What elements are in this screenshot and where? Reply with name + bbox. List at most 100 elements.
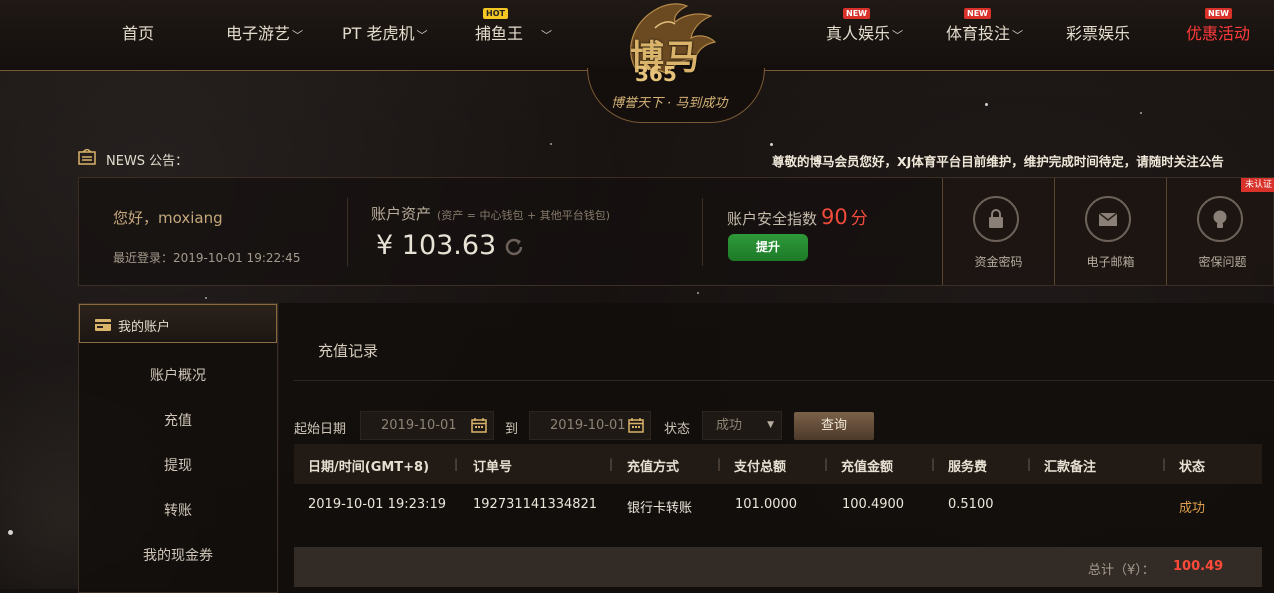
fund-password-item[interactable]: 资金密码 — [942, 178, 1054, 285]
assets-value: ¥ 103.63 — [376, 230, 497, 261]
chevron-down-icon: ﹀ — [416, 29, 428, 42]
column-header: 订单号 — [473, 460, 513, 475]
column-header: 支付总额 — [734, 460, 787, 475]
total-label: 总计（¥）： — [1088, 563, 1155, 578]
refresh-icon[interactable] — [503, 236, 525, 258]
column-header: 充值方式 — [627, 460, 680, 475]
lock-icon — [989, 209, 1003, 228]
star-decoration — [1140, 112, 1142, 114]
nav-home[interactable]: 首页 — [122, 20, 154, 44]
cell-deposit-amount: 100.4900 — [842, 497, 905, 512]
column-header: 汇款备注 — [1044, 460, 1097, 475]
chevron-down-icon: ﹀ — [541, 29, 553, 42]
column-header: 充值金额 — [841, 460, 894, 475]
sidebar-header[interactable]: 我的账户 — [79, 304, 277, 343]
calendar-icon[interactable] — [471, 418, 487, 433]
column-header: 日期/时间(GMT+8) — [308, 460, 430, 475]
table-header: 日期/时间(GMT+8) | 订单号 | 充值方式 | 支付总额 | 充值金额 … — [294, 444, 1262, 484]
column-divider: | — [1162, 457, 1167, 471]
star-decoration — [205, 297, 207, 299]
hot-badge: HOT — [483, 8, 508, 19]
nav-fishing[interactable]: 捕鱼王 ﹀ — [475, 20, 552, 44]
account-summary-panel: 您好，moxiang 最近登录：2019-10-01 19:22:45 账户资产… — [78, 177, 1274, 286]
nav-pt-slots[interactable]: PT 老虎机 ﹀ — [342, 20, 428, 44]
page-title: 充值记录 — [318, 342, 379, 360]
cell-service-fee: 0.5100 — [948, 497, 994, 512]
start-date-label: 起始日期 — [294, 422, 347, 437]
total-value: 100.49 — [1173, 559, 1224, 574]
site-logo[interactable]: 博马 365 博誉天下 · 马到成功 — [575, 0, 775, 123]
column-divider: | — [717, 457, 722, 471]
greeting: 您好，moxiang — [113, 209, 223, 227]
security-item-label: 密保问题 — [1198, 255, 1247, 269]
security-question-item[interactable]: 密保问题 未认证 — [1166, 178, 1274, 285]
total-row: 总计（¥）： 100.49 — [294, 547, 1262, 587]
new-badge: NEW — [1205, 8, 1232, 19]
cell-order-number: 192731141334821 — [473, 497, 598, 512]
wallet-icon — [95, 319, 111, 331]
sidebar-item-withdraw[interactable]: 提现 — [79, 455, 277, 475]
column-divider: | — [1027, 457, 1032, 471]
new-badge: NEW — [843, 8, 870, 19]
star-decoration — [985, 103, 988, 106]
divider — [294, 380, 1274, 381]
start-date-input[interactable]: 2019-10-01 — [360, 411, 494, 440]
column-divider: | — [824, 457, 829, 471]
chevron-down-icon: ﹀ — [892, 29, 904, 42]
news-ticker[interactable]: 尊敬的博马会员您好，XJ体育平台目前维护，维护完成时间待定，请随时关注公告 — [772, 151, 1224, 170]
column-divider: | — [931, 457, 936, 471]
column-divider: | — [454, 457, 459, 471]
star-decoration — [550, 143, 552, 145]
status-badge: 成功 — [1179, 501, 1206, 516]
icon-circle — [1085, 196, 1131, 242]
sidebar-item-deposit[interactable]: 充值 — [79, 410, 277, 430]
sidebar-header-label: 我的账户 — [118, 320, 171, 335]
status-select[interactable]: 成功 ▼ — [702, 411, 782, 440]
end-date-input[interactable]: 2019-10-01 — [529, 411, 651, 440]
sidebar-item-transfer[interactable]: 转账 — [79, 500, 277, 520]
news-label: NEWS 公告： — [106, 154, 189, 169]
account-sidebar: 我的账户 账户概况 充值 提现 转账 我的现金券 — [78, 303, 278, 593]
sidebar-item-coupons[interactable]: 我的现金券 — [79, 545, 277, 565]
nav-live-casino[interactable]: 真人娱乐 ﹀ — [826, 20, 903, 44]
chevron-down-icon: ﹀ — [292, 29, 304, 42]
logo-number: 365 — [635, 62, 677, 86]
star-decoration — [8, 530, 13, 535]
announcement-icon — [78, 149, 96, 165]
status-label: 状态 — [664, 422, 691, 437]
security-item-label: 电子邮箱 — [1086, 255, 1135, 269]
to-label: 到 — [505, 422, 519, 437]
icon-circle — [973, 196, 1019, 242]
chevron-down-icon: ﹀ — [1012, 29, 1024, 42]
divider — [702, 198, 703, 266]
lightbulb-icon — [1213, 210, 1227, 228]
email-item[interactable]: 电子邮箱 — [1054, 178, 1166, 285]
assets-label: 账户资产 (资产 = 中心钱包 + 其他平台钱包) — [371, 205, 611, 223]
nav-sports[interactable]: 体育投注 ﹀ — [946, 20, 1023, 44]
nav-promotions[interactable]: 优惠活动 — [1186, 20, 1250, 44]
icon-circle — [1197, 196, 1243, 242]
mail-icon — [1098, 212, 1118, 226]
query-button[interactable]: 查询 — [794, 412, 874, 440]
column-divider: | — [609, 457, 614, 471]
calendar-icon[interactable] — [628, 418, 644, 433]
sidebar-item-overview[interactable]: 账户概况 — [79, 365, 277, 385]
new-badge: NEW — [964, 8, 991, 19]
nav-electronic-games[interactable]: 电子游艺 ﹀ — [226, 20, 303, 44]
column-header: 服务费 — [948, 460, 988, 475]
security-item-label: 资金密码 — [974, 255, 1023, 269]
divider — [347, 198, 348, 266]
cell-method: 银行卡转账 — [627, 501, 693, 516]
logo-slogan: 博誉天下 · 马到成功 — [611, 96, 728, 111]
column-header: 状态 — [1179, 460, 1206, 475]
cell-datetime: 2019-10-01 19:23:19 — [308, 497, 447, 512]
upgrade-button[interactable]: 提升 — [728, 234, 808, 261]
nav-lottery[interactable]: 彩票娱乐 — [1066, 20, 1130, 44]
star-decoration — [770, 143, 773, 146]
unverified-badge: 未认证 — [1240, 178, 1274, 192]
caret-down-icon: ▼ — [767, 420, 774, 430]
security-index: 账户安全指数 90 分 — [727, 205, 868, 229]
deposit-records-panel: 充值记录 起始日期 2019-10-01 到 2019-10-01 状态 成功 … — [279, 303, 1274, 593]
cell-total-paid: 101.0000 — [735, 497, 798, 512]
last-login: 最近登录：2019-10-01 19:22:45 — [113, 251, 301, 265]
